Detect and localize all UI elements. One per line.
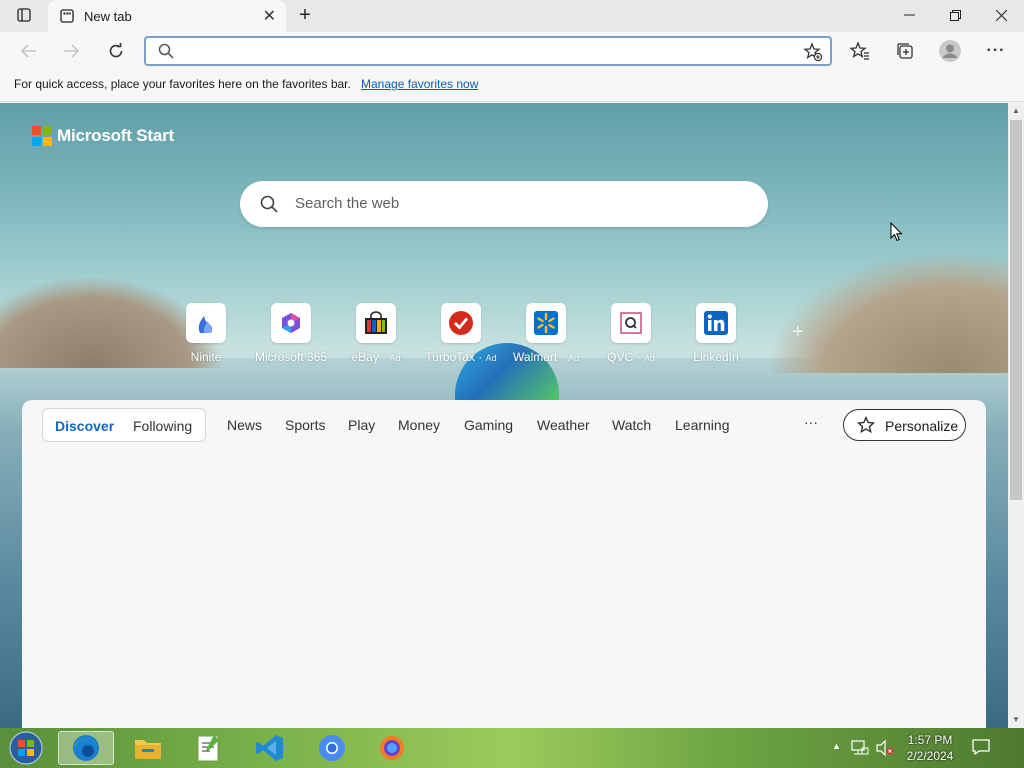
turbotax-icon xyxy=(441,303,481,343)
background-hill-right xyxy=(770,253,1008,373)
taskbar-edge-icon[interactable] xyxy=(58,731,114,765)
ad-badge: Ad xyxy=(389,353,401,363)
ebay-icon xyxy=(356,303,396,343)
tile-label: Walmart xyxy=(513,350,558,364)
forward-arrow-icon[interactable] xyxy=(56,36,86,66)
restore-button[interactable] xyxy=(932,0,978,30)
add-quick-link-icon[interactable]: + xyxy=(792,321,804,344)
microsoft-logo-icon xyxy=(32,126,52,146)
new-tab-page: Microsoft Start Search the web Ninite Mi… xyxy=(0,103,1008,728)
close-tab-icon[interactable]: ✕ xyxy=(263,6,276,26)
taskbar-file-explorer-icon[interactable] xyxy=(120,731,176,765)
start-button[interactable] xyxy=(0,731,52,765)
taskbar-notepad-plus-icon[interactable] xyxy=(180,731,236,765)
network-icon[interactable] xyxy=(851,739,869,762)
minimize-button[interactable] xyxy=(886,0,932,30)
linkedin-icon xyxy=(696,303,736,343)
taskbar: ▲ 1:57 PM 2/2/2024 xyxy=(0,728,1024,768)
close-window-button[interactable] xyxy=(978,0,1024,30)
quick-link-microsoft-365[interactable]: Microsoft 365 xyxy=(246,303,336,373)
tile-label: Microsoft 365 xyxy=(254,350,328,364)
feed-panel: Discover Following News Sports Play Mone… xyxy=(22,400,986,728)
ad-badge: Ad xyxy=(485,353,497,363)
taskbar-chrome-icon[interactable] xyxy=(304,731,360,765)
refresh-icon[interactable] xyxy=(101,36,131,66)
tab-play[interactable]: Play xyxy=(348,417,375,433)
tab-news[interactable]: News xyxy=(227,417,262,433)
title-bar: New tab ✕ + xyxy=(0,0,1024,32)
action-center-icon[interactable] xyxy=(972,738,990,761)
quick-link-turbotax[interactable]: TurboTax · Ad xyxy=(416,303,506,373)
tab-new-tab[interactable]: New tab ✕ xyxy=(48,0,286,32)
clock-date: 2/2/2024 xyxy=(906,749,954,763)
mouse-cursor-icon xyxy=(890,221,903,247)
ad-badge: Ad xyxy=(567,353,579,363)
favorites-icon[interactable] xyxy=(845,36,875,66)
profile-avatar-icon[interactable] xyxy=(935,36,965,66)
favorites-bar-message: For quick access, place your favorites h… xyxy=(14,77,351,91)
system-clock[interactable]: 1:57 PM 2/2/2024 xyxy=(898,732,962,764)
tab-discover[interactable]: Discover xyxy=(55,418,114,434)
ninite-icon xyxy=(186,303,226,343)
brand-title: Microsoft Start xyxy=(57,126,174,145)
taskbar-firefox-icon[interactable] xyxy=(364,731,420,765)
manage-favorites-link[interactable]: Manage favorites now xyxy=(361,77,478,91)
search-icon xyxy=(158,43,174,64)
address-bar[interactable] xyxy=(144,36,832,66)
more-options-icon[interactable]: ··· xyxy=(804,414,818,430)
clock-time: 1:57 PM xyxy=(907,733,953,747)
quick-link-ebay[interactable]: eBay · Ad xyxy=(331,303,421,373)
search-placeholder: Search the web xyxy=(295,195,400,212)
browser-toolbar: ··· xyxy=(0,32,1024,70)
scroll-up-arrow-icon[interactable]: ▲ xyxy=(1012,106,1020,115)
settings-more-icon[interactable]: ··· xyxy=(981,36,1011,66)
tab-learning[interactable]: Learning xyxy=(675,417,730,433)
favorites-bar: For quick access, place your favorites h… xyxy=(0,70,1024,102)
tab-actions-icon[interactable] xyxy=(0,0,48,30)
tab-weather[interactable]: Weather xyxy=(537,417,590,433)
personalize-label: Personalize xyxy=(885,418,959,434)
quick-link-qvc[interactable]: QVC · Ad xyxy=(586,303,676,373)
tab-watch[interactable]: Watch xyxy=(612,417,651,433)
add-favorite-star-icon[interactable] xyxy=(803,42,823,67)
tab-sports[interactable]: Sports xyxy=(285,417,325,433)
tile-label: Ninite xyxy=(190,350,222,364)
taskbar-vscode-icon[interactable] xyxy=(242,731,298,765)
new-tab-page-icon xyxy=(60,9,74,28)
personalize-button[interactable]: Personalize xyxy=(843,409,966,441)
feed-segment-control: Discover Following xyxy=(42,408,206,442)
tile-label: TurboTax xyxy=(425,350,475,364)
search-icon xyxy=(260,195,278,218)
tab-following[interactable]: Following xyxy=(133,418,192,434)
scroll-down-arrow-icon[interactable]: ▼ xyxy=(1012,715,1020,724)
ad-badge: Ad xyxy=(643,353,655,363)
back-arrow-icon[interactable] xyxy=(14,36,44,66)
tab-money[interactable]: Money xyxy=(398,417,440,433)
scrollbar-thumb[interactable] xyxy=(1010,120,1022,500)
tab-title: New tab xyxy=(84,9,132,24)
qvc-icon xyxy=(611,303,651,343)
quick-link-ninite[interactable]: Ninite xyxy=(161,303,251,373)
tile-label: eBay xyxy=(351,350,379,364)
tab-gaming[interactable]: Gaming xyxy=(464,417,513,433)
new-tab-button[interactable]: + xyxy=(288,0,322,30)
show-hidden-icons-icon[interactable]: ▲ xyxy=(832,741,841,751)
star-icon xyxy=(856,415,876,439)
quick-link-walmart[interactable]: Walmart · Ad xyxy=(501,303,591,373)
vertical-scrollbar[interactable]: ▲ ▼ xyxy=(1008,103,1024,728)
microsoft-365-icon xyxy=(271,303,311,343)
volume-muted-icon[interactable] xyxy=(875,739,895,762)
web-search-box[interactable]: Search the web xyxy=(240,181,768,227)
walmart-icon xyxy=(526,303,566,343)
quick-link-linkedin[interactable]: LinkedIn xyxy=(671,303,761,373)
tile-label: LinkedIn xyxy=(693,350,739,364)
tile-label: QVC xyxy=(607,350,634,364)
collections-icon[interactable] xyxy=(890,36,920,66)
